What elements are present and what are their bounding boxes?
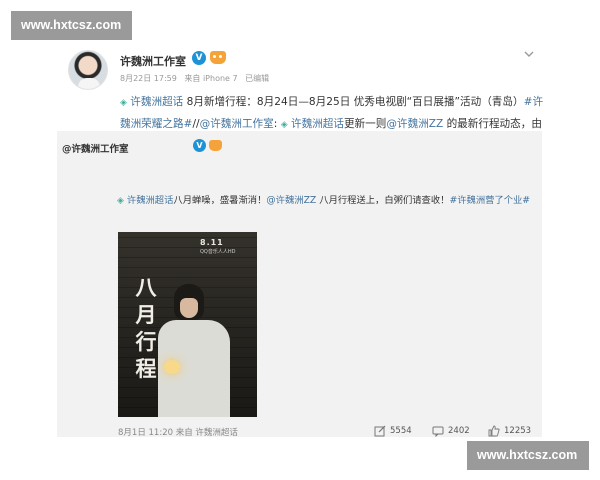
comment-count: 2402 (448, 426, 470, 436)
edit-repost-icon (374, 425, 386, 437)
post-text-segment: 8月新增行程：8月24日—8月25日 优秀电视剧“百日展播”活动（青岛） (183, 96, 524, 108)
diamond-icon: ◈ (117, 196, 124, 206)
poster-light (164, 360, 180, 374)
post-username[interactable]: 许魏洲工作室 (120, 53, 186, 69)
post-source: 来自 iPhone 7 (184, 74, 238, 83)
verified-badge-icon: V (192, 51, 206, 65)
supertopic-link[interactable]: 许魏洲超话 (127, 195, 174, 206)
supertopic-link[interactable]: 许魏洲超话 (291, 118, 344, 130)
poster-figure-face (180, 298, 198, 318)
post-text-segment: : (273, 118, 281, 130)
supertopic-link[interactable]: 许魏洲超话 (130, 96, 183, 108)
watermark-top: www.hxtcsz.com (11, 11, 132, 40)
repost-author-link[interactable]: @许魏洲工作室 (62, 141, 129, 155)
repost-count: 5554 (390, 426, 412, 436)
chevron-down-icon[interactable] (523, 48, 535, 60)
diamond-icon: ◈ (280, 120, 288, 130)
post-edited: 已编辑 (245, 74, 270, 83)
post-text-segment: 更新一则 (343, 118, 387, 130)
repost-footer: 8月1日 11:20 来自 许魏洲超话 (118, 426, 238, 438)
repost-date[interactable]: 8月1日 11:20 (118, 428, 173, 438)
diamond-icon: ◈ (120, 98, 127, 108)
hashtag-link[interactable]: #许魏洲营了个业# (449, 195, 530, 206)
verified-badge-icon: V (193, 139, 206, 152)
mention-link[interactable]: @许魏洲ZZ (386, 118, 443, 130)
poster-subtitle: QQ音乐人人HD (200, 249, 236, 255)
watermark-bottom: www.hxtcsz.com (467, 441, 589, 470)
like-count: 12253 (504, 426, 532, 436)
avatar[interactable] (68, 50, 108, 90)
poster-date: 8.11 (200, 238, 224, 247)
mention-link[interactable]: @许魏洲工作室 (200, 118, 274, 130)
post-text-segment: // (192, 118, 200, 130)
post-meta: 8月22日 17:59 来自 iPhone 7 已编辑 (120, 73, 274, 84)
repost-body: ◈ 许魏洲超话八月蝉噪，盛暑渐消！@许魏洲ZZ 八月行程送上，白粥们请查收！#许… (117, 193, 537, 209)
comment-icon (432, 426, 444, 437)
repost-text-segment: 八月行程送上，白粥们请查收！ (316, 195, 450, 206)
vip-crown-icon (210, 51, 226, 64)
thumbs-up-icon (488, 425, 500, 437)
mention-link[interactable]: @许魏洲ZZ (266, 195, 316, 206)
post-date[interactable]: 8月22日 17:59 (120, 74, 177, 83)
poster-title: 八月行程 (135, 275, 157, 381)
repost-source: 来自 许魏洲超话 (175, 428, 238, 438)
vip-crown-icon (209, 140, 222, 151)
poster-image[interactable]: 8.11 QQ音乐人人HD 八月行程 (118, 232, 257, 417)
repost-text-segment: 八月蝉噪，盛暑渐消！ (173, 195, 267, 206)
